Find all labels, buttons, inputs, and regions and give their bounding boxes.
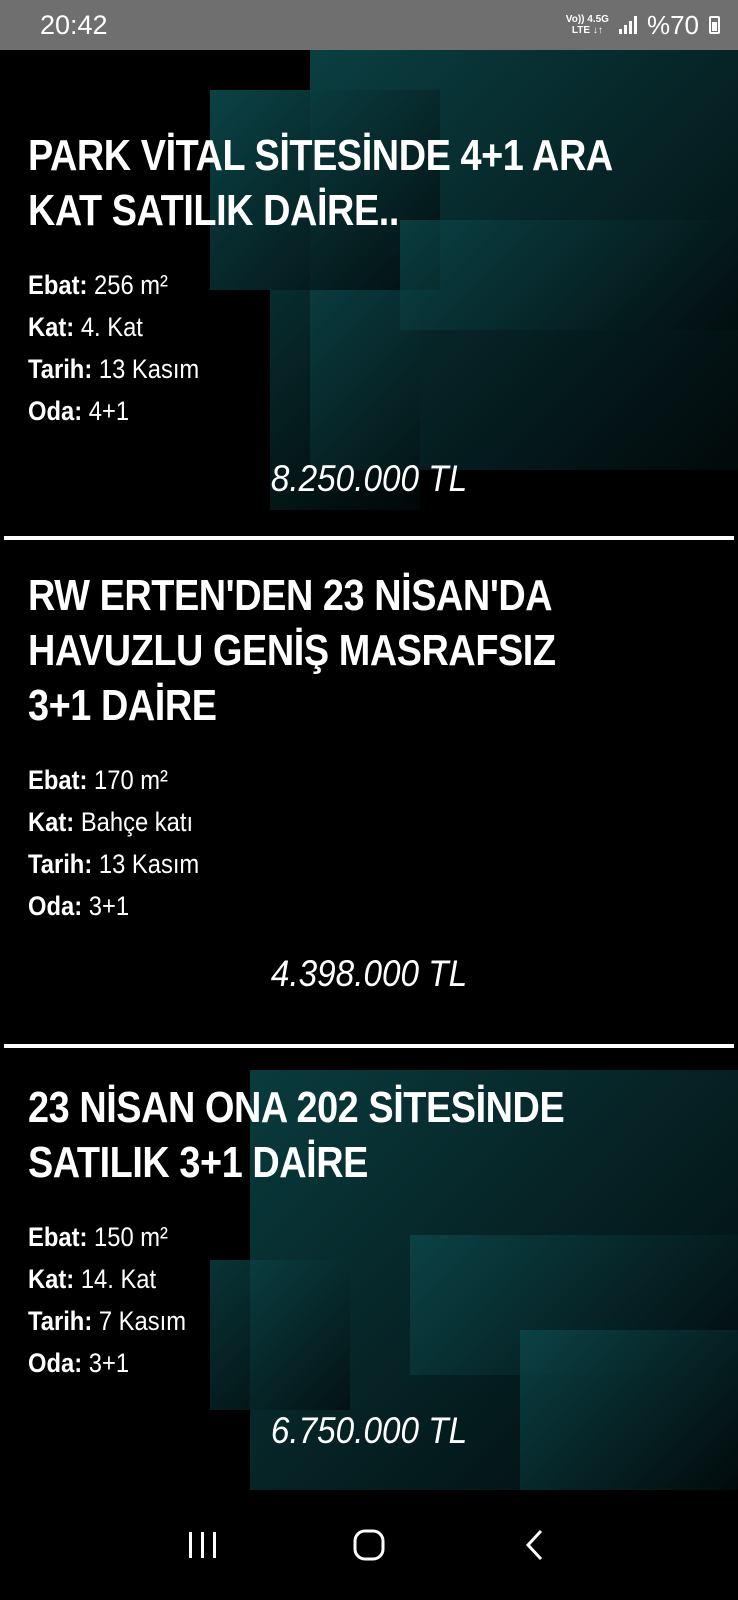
detail-rooms: Oda: 4+1 bbox=[28, 396, 130, 426]
listing-price: 8.250.000 TL bbox=[270, 458, 468, 499]
status-bar: 20:42 Vo)) 4.5G LTE ↓↑ %70 bbox=[0, 0, 738, 50]
detail-rooms: Oda: 3+1 bbox=[28, 1348, 130, 1378]
listing-title: 23 NİSAN ONA 202 SİTESİNDE SATILIK 3+1 D… bbox=[28, 1083, 565, 1187]
listing-details: Ebat: 150 m² Kat: 14. Kat Tarih: 7 Kasım… bbox=[28, 1216, 738, 1384]
listing-title: PARK VİTAL SİTESİNDE 4+1 ARA KAT SATILIK… bbox=[28, 131, 612, 235]
back-icon bbox=[525, 1529, 543, 1561]
detail-rooms: Oda: 3+1 bbox=[28, 891, 130, 921]
listing-price: 4.398.000 TL bbox=[270, 953, 468, 994]
detail-size: Ebat: 256 m² bbox=[28, 270, 168, 300]
network-type-top: Vo)) 4.5G bbox=[565, 14, 609, 25]
detail-date: Tarih: 13 Kasım bbox=[28, 849, 200, 879]
listing-price: 6.750.000 TL bbox=[270, 1410, 468, 1451]
listing-card[interactable]: PARK VİTAL SİTESİNDE 4+1 ARA KAT SATILIK… bbox=[0, 128, 738, 500]
back-button[interactable] bbox=[505, 1515, 565, 1575]
status-icons: Vo)) 4.5G LTE ↓↑ %70 bbox=[566, 10, 720, 41]
listing-details: Ebat: 170 m² Kat: Bahçe katı Tarih: 13 K… bbox=[28, 759, 738, 927]
battery-percentage: %70 bbox=[646, 9, 699, 40]
listing-title: RW ERTEN'DEN 23 NİSAN'DA HAVUZLU GENİŞ M… bbox=[28, 571, 556, 730]
recent-apps-icon bbox=[189, 1532, 216, 1558]
battery-icon bbox=[709, 16, 720, 34]
listing-card[interactable]: 23 NİSAN ONA 202 SİTESİNDE SATILIK 3+1 D… bbox=[0, 1080, 738, 1452]
detail-size: Ebat: 150 m² bbox=[28, 1222, 168, 1252]
network-type-bottom: LTE ↓↑ bbox=[571, 25, 603, 36]
listing-card[interactable]: RW ERTEN'DEN 23 NİSAN'DA HAVUZLU GENİŞ M… bbox=[0, 568, 738, 995]
status-time: 20:42 bbox=[40, 9, 108, 40]
detail-date: Tarih: 7 Kasım bbox=[28, 1306, 187, 1336]
detail-size: Ebat: 170 m² bbox=[28, 765, 168, 795]
divider bbox=[4, 536, 734, 540]
listings-feed[interactable]: PARK VİTAL SİTESİNDE 4+1 ARA KAT SATILIK… bbox=[0, 50, 738, 1490]
recent-apps-button[interactable] bbox=[173, 1515, 233, 1575]
home-icon bbox=[353, 1529, 385, 1561]
detail-floor: Kat: 14. Kat bbox=[28, 1264, 157, 1294]
network-indicator: Vo)) 4.5G LTE ↓↑ bbox=[566, 14, 609, 36]
home-button[interactable] bbox=[339, 1515, 399, 1575]
detail-date: Tarih: 13 Kasım bbox=[28, 354, 200, 384]
detail-floor: Kat: Bahçe katı bbox=[28, 807, 194, 837]
listing-details: Ebat: 256 m² Kat: 4. Kat Tarih: 13 Kasım… bbox=[28, 264, 738, 432]
divider bbox=[4, 1044, 734, 1048]
navigation-bar bbox=[0, 1490, 738, 1600]
signal-icon bbox=[618, 16, 637, 34]
detail-floor: Kat: 4. Kat bbox=[28, 312, 143, 342]
